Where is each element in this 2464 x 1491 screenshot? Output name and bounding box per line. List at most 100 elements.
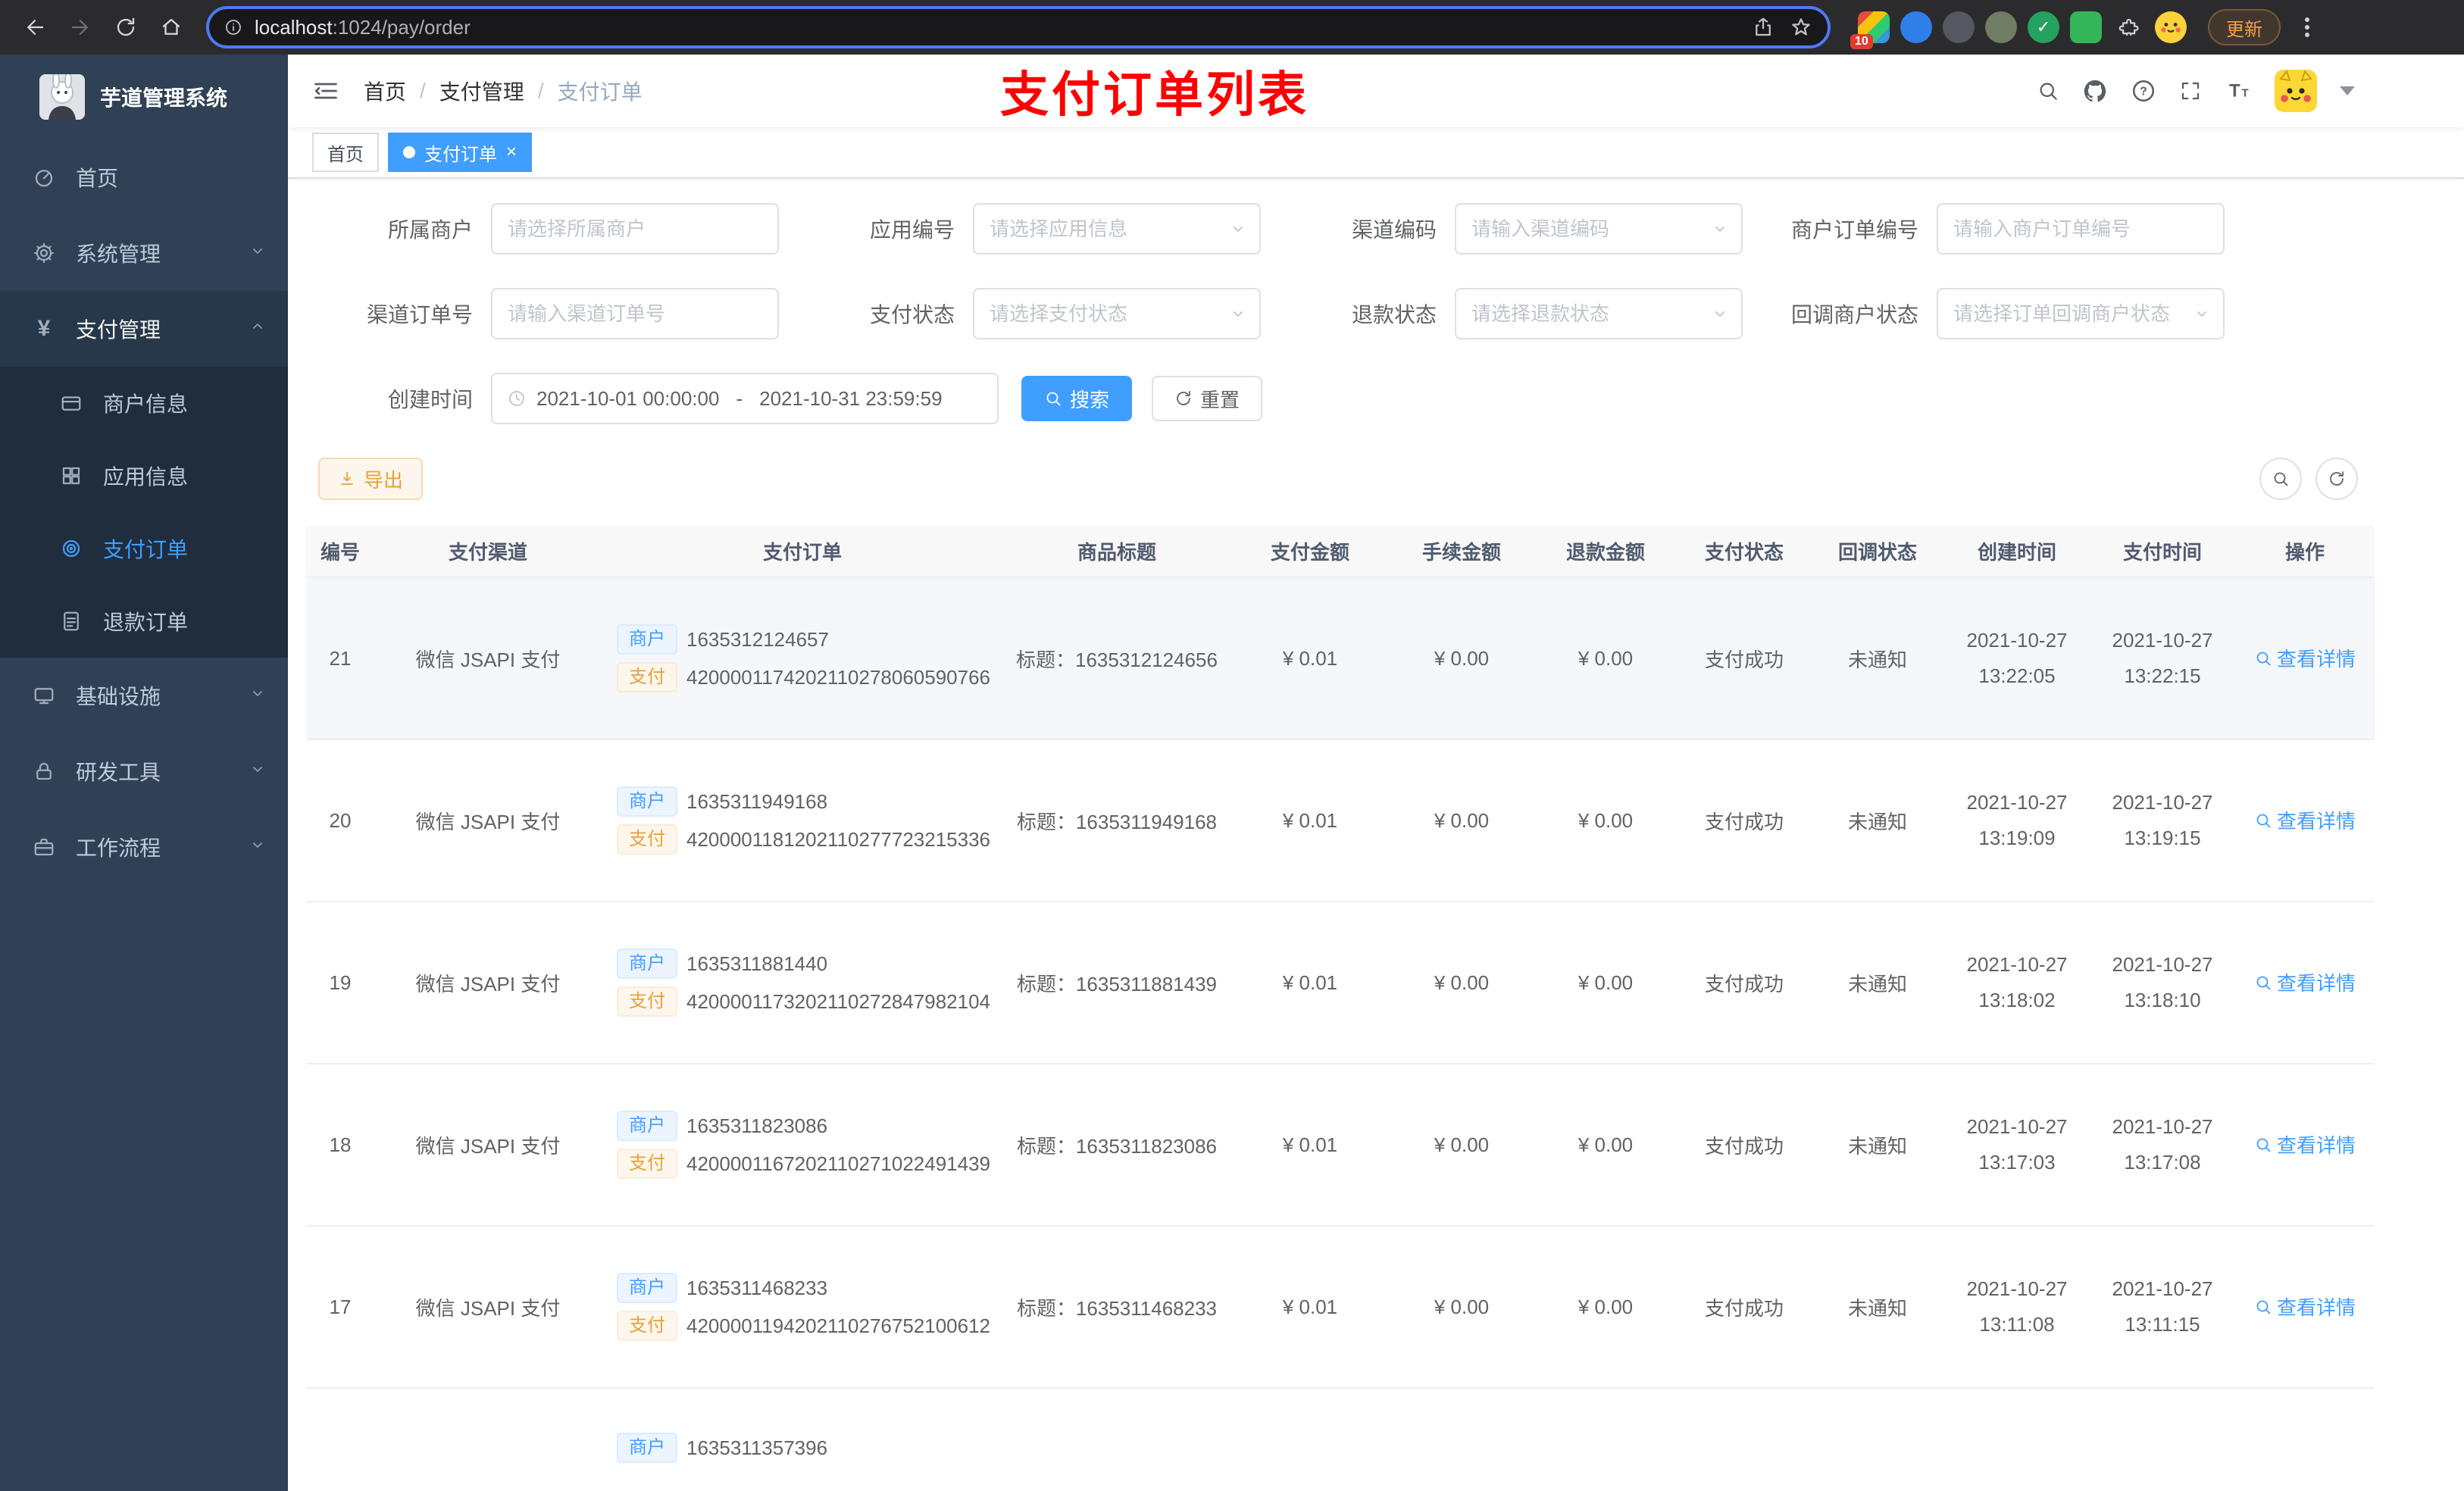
extensions-puzzle-icon[interactable] [2112, 11, 2144, 43]
refresh-table-button[interactable] [2315, 458, 2358, 500]
view-detail-link[interactable]: 查看详情 [2254, 806, 2356, 834]
cell-channel: 微信 JSAPI 支付 [374, 1064, 602, 1227]
cell-title: 标题：1635311823086 [1003, 1064, 1230, 1227]
app-window: localhost:1024/pay/order 10 ✓ 更新 芋道管理系统 [0, 0, 2464, 1491]
fullscreen-icon[interactable] [2179, 80, 2202, 102]
range-end: 2021-10-31 23:59:59 [759, 386, 943, 410]
cell-id: 17 [306, 1226, 374, 1389]
sidebar-item-refund-order[interactable]: 退款订单 [0, 585, 288, 658]
breadcrumb-payment[interactable]: 支付管理 [439, 76, 524, 106]
column-header: 创建时间 [1944, 526, 2090, 578]
forward-button[interactable] [61, 8, 100, 47]
extension-icon-3[interactable] [1943, 11, 1975, 43]
cell-channel: 微信 JSAPI 支付 [374, 739, 602, 902]
search-icon[interactable] [2037, 80, 2059, 102]
site-info-icon[interactable] [224, 18, 242, 36]
github-icon[interactable] [2082, 78, 2108, 104]
merchant-order-no-input[interactable] [1937, 203, 2225, 255]
cell-status: 支付成功 [1678, 1064, 1811, 1227]
channel-pay-no: 4200001181202110277723215336 [686, 827, 991, 851]
view-detail-link[interactable]: 查看详情 [2254, 644, 2356, 672]
app-no-select[interactable] [973, 203, 1261, 255]
sidebar-item-system[interactable]: 系统管理 [0, 215, 288, 291]
filter-row-1: 所属商户 应用编号 渠道编码 商户订单编号 [306, 203, 2464, 255]
browser-menu-icon[interactable] [2299, 11, 2315, 43]
page-title-annotation: 支付订单列表 [1000, 67, 1309, 122]
sidebar-item-home[interactable]: 首页 [0, 139, 288, 215]
sidebar-item-merchant-info[interactable]: 商户信息 [0, 367, 288, 439]
search-button[interactable]: 搜索 [1021, 376, 1133, 421]
back-button[interactable] [15, 8, 55, 47]
table-right-tools [2259, 458, 2358, 500]
sidebar-item-pay-order[interactable]: 支付订单 [0, 512, 288, 585]
tab-pay-order[interactable]: 支付订单 × [388, 133, 533, 172]
refresh-icon [1177, 391, 1190, 405]
extension-icon-5[interactable]: ✓ [2028, 11, 2059, 43]
card-icon [58, 392, 85, 414]
close-tab-icon[interactable]: × [506, 143, 517, 161]
merchant-tag: 商户 [617, 1111, 677, 1141]
font-size-icon[interactable]: TT [2225, 77, 2252, 105]
breadcrumb-home[interactable]: 首页 [364, 76, 406, 106]
extension-icon-6[interactable] [2070, 11, 2102, 43]
create-time-range-picker[interactable]: 2021-10-01 00:00:00 - 2021-10-31 23:59:5… [491, 373, 999, 424]
avatar-caret-icon[interactable] [2340, 86, 2355, 95]
refund-status-select[interactable] [1455, 288, 1743, 339]
cell-status: 支付成功 [1678, 577, 1811, 740]
cell-id: 18 [306, 1064, 374, 1227]
extension-icon-2[interactable] [1900, 11, 1932, 43]
reset-button[interactable]: 重置 [1152, 376, 1263, 421]
toggle-search-button[interactable] [2259, 458, 2302, 500]
tab-home[interactable]: 首页 [312, 133, 379, 172]
view-detail-link[interactable]: 查看详情 [2254, 968, 2356, 996]
filter-notify-status: 回调商户状态 [1752, 288, 2225, 339]
filter-refund-status: 退款状态 [1270, 288, 1743, 339]
channel-code-select[interactable] [1455, 203, 1743, 255]
svg-text:T: T [2229, 81, 2240, 102]
table-toolbar: 导出 [306, 458, 2464, 500]
profile-avatar-icon[interactable] [2155, 11, 2187, 43]
cell-refund: ¥ 0.00 [1534, 739, 1678, 902]
view-detail-link[interactable]: 查看详情 [2254, 1293, 2356, 1321]
logo-image [39, 74, 85, 120]
chevron-down-icon [249, 759, 267, 783]
home-button[interactable] [152, 8, 191, 47]
cell-id: 20 [306, 739, 374, 902]
briefcase-icon [30, 836, 58, 858]
reload-button[interactable] [106, 8, 145, 47]
grid-icon [58, 464, 85, 487]
sidebar-item-payment[interactable]: ¥ 支付管理 [0, 291, 288, 367]
export-button[interactable]: 导出 [318, 458, 424, 500]
sidebar-item-workflow[interactable]: 工作流程 [0, 809, 288, 885]
sidebar-item-infra[interactable]: 基础设施 [0, 658, 288, 733]
notify-status-select[interactable] [1937, 288, 2225, 339]
bookmark-star-icon[interactable] [1790, 16, 1812, 39]
extension-icon-1[interactable]: 10 [1850, 11, 1890, 49]
pay-status-select[interactable] [973, 288, 1261, 339]
extension-badge: 10 [1850, 34, 1873, 49]
channel-pay-no: 4200001194202110276752100612 [686, 1314, 991, 1337]
browser-update-button[interactable]: 更新 [2208, 9, 2281, 45]
view-detail-link[interactable]: 查看详情 [2254, 1130, 2356, 1158]
user-avatar[interactable] [2275, 70, 2317, 112]
merchant-order-no: 1635311357396 [686, 1436, 828, 1459]
table-row: 21 微信 JSAPI 支付 商户 1635312124657 支付 4200001174… [306, 577, 2375, 740]
channel-order-no-input[interactable] [491, 288, 779, 339]
cell-fee: ¥ 0.00 [1390, 1064, 1534, 1227]
cell-action: 查看详情 [2235, 902, 2375, 1064]
merchant-input[interactable] [491, 203, 779, 255]
navbar-actions: ? TT [2037, 70, 2440, 112]
dashboard-icon [30, 166, 58, 189]
extension-icon-4[interactable] [1985, 11, 2017, 43]
address-bar[interactable]: localhost:1024/pay/order [206, 6, 1831, 48]
sidebar-item-app-info[interactable]: 应用信息 [0, 439, 288, 512]
sidebar-logo[interactable]: 芋道管理系统 [0, 55, 288, 139]
pay-tag: 支付 [617, 824, 677, 855]
column-header: 支付时间 [2090, 526, 2235, 578]
sidebar-toggle-icon[interactable] [312, 77, 339, 105]
merchant-tag: 商户 [617, 624, 677, 655]
share-icon[interactable] [1752, 16, 1775, 39]
search-icon [1046, 392, 1061, 406]
sidebar-item-devtools[interactable]: 研发工具 [0, 733, 288, 809]
help-icon[interactable]: ? [2131, 78, 2156, 104]
